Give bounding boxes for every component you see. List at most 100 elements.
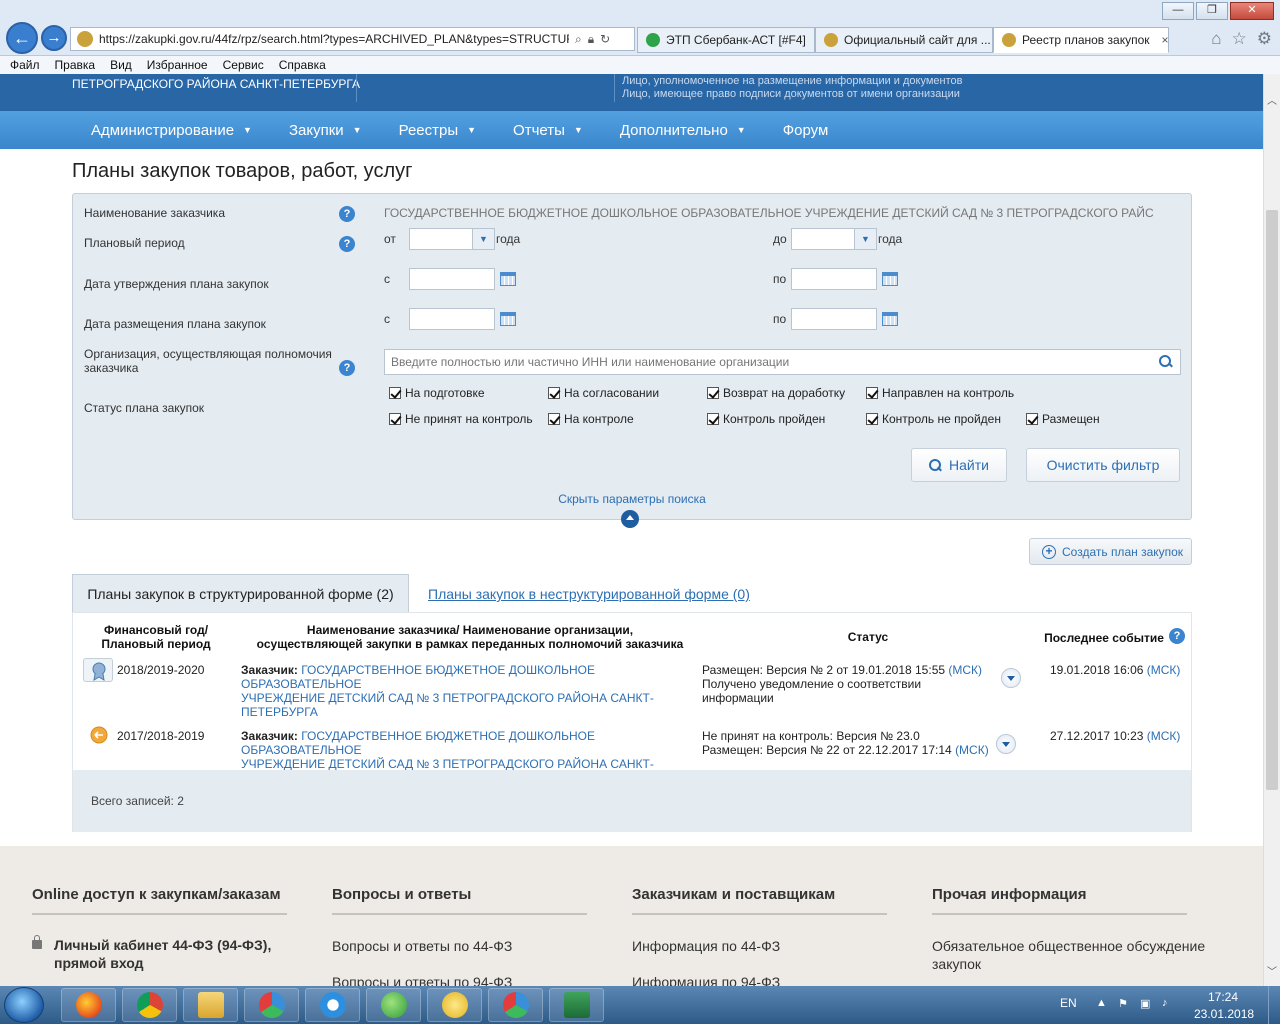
taskbar-excel[interactable]	[549, 988, 604, 1022]
status-checkbox-approval[interactable]: На согласовании	[548, 386, 659, 400]
checkbox-checked[interactable]	[866, 413, 878, 425]
nav-additional[interactable]: Дополнительно ▼	[620, 122, 746, 139]
restore-button[interactable]: ❐	[1196, 2, 1228, 20]
favorites-star-icon[interactable]: ☆	[1232, 29, 1247, 49]
nav-purchases[interactable]: Закупки ▼	[289, 122, 362, 139]
checkbox-checked[interactable]	[707, 413, 719, 425]
help-icon[interactable]: ?	[339, 206, 355, 222]
language-indicator[interactable]: EN	[1060, 996, 1077, 1010]
menu-favorites[interactable]: Избранное	[147, 58, 208, 72]
status-checkbox-returned[interactable]: Возврат на доработку	[707, 386, 845, 400]
checkbox-checked[interactable]	[1026, 413, 1038, 425]
forward-button[interactable]: →	[41, 25, 67, 51]
settings-gear-icon[interactable]: ⚙	[1257, 29, 1272, 49]
footer-link-public-discussion[interactable]: Обязательное общественное обсуждение зак…	[932, 937, 1205, 973]
expand-row-button[interactable]	[1001, 668, 1021, 688]
certified-plan-icon[interactable]	[83, 658, 113, 682]
browser-tab-plans-registry[interactable]: Реестр планов закупок ×	[993, 27, 1169, 53]
status-checkbox-not-accepted[interactable]: Не принят на контроль	[389, 412, 533, 426]
status-checkbox-published[interactable]: Размещен	[1026, 412, 1100, 426]
nav-forum[interactable]: Форум	[783, 122, 829, 139]
show-desktop-button[interactable]	[1268, 986, 1280, 1024]
tab-structured-plans[interactable]: Планы закупок в структурированной форме …	[72, 574, 409, 612]
checkbox-checked[interactable]	[548, 413, 560, 425]
timezone-link[interactable]: (МСК)	[955, 743, 989, 757]
help-icon[interactable]: ?	[339, 236, 355, 252]
volume-icon[interactable]: ♪	[1162, 997, 1176, 1011]
action-center-flag-icon[interactable]: ⚑	[1118, 997, 1132, 1011]
browser-tab-sberbank[interactable]: ЭТП Сбербанк-АСТ [#F4]	[637, 27, 815, 53]
scroll-up-icon[interactable]: ︿	[1267, 92, 1277, 107]
status-checkbox-preparation[interactable]: На подготовке	[389, 386, 485, 400]
clock-time[interactable]: 17:24	[1208, 990, 1238, 1004]
search-icon[interactable]: ⌕	[575, 32, 582, 47]
checkbox-checked[interactable]	[389, 387, 401, 399]
calendar-icon[interactable]	[500, 272, 516, 286]
nav-reports[interactable]: Отчеты ▼	[513, 122, 583, 139]
timezone-link[interactable]: (МСК)	[948, 663, 982, 677]
status-checkbox-sent-to-control[interactable]: Направлен на контроль	[866, 386, 1014, 400]
taskbar-firefox[interactable]	[61, 988, 116, 1022]
url-text[interactable]: https://zakupki.gov.ru/44fz/rpz/search.h…	[99, 32, 569, 46]
vertical-scrollbar[interactable]: ︿ ﹀	[1263, 74, 1280, 986]
dropdown-arrow-icon[interactable]: ▼	[854, 229, 876, 249]
back-button[interactable]: ←	[6, 22, 38, 54]
close-window-button[interactable]: ✕	[1230, 2, 1274, 20]
checkbox-checked[interactable]	[866, 387, 878, 399]
nav-administration[interactable]: Администрирование ▼	[91, 122, 252, 139]
checkbox-checked[interactable]	[707, 387, 719, 399]
taskbar-app-recycle-2[interactable]	[488, 988, 543, 1022]
taskbar-explorer[interactable]	[183, 988, 238, 1022]
calendar-icon[interactable]	[882, 312, 898, 326]
menu-view[interactable]: Вид	[110, 58, 132, 72]
organization-search-input[interactable]	[384, 349, 1181, 375]
collapse-up-icon[interactable]	[621, 510, 639, 528]
clock-date[interactable]: 23.01.2018	[1194, 1007, 1254, 1021]
period-to-year-select[interactable]: ▼	[791, 228, 877, 250]
show-hidden-icons-icon[interactable]: ▲	[1096, 997, 1110, 1011]
taskbar-messenger[interactable]	[366, 988, 421, 1022]
taskbar-app-recycle[interactable]	[244, 988, 299, 1022]
menu-tools[interactable]: Сервис	[223, 58, 264, 72]
footer-link-cabinet[interactable]: Личный кабинет 44-ФЗ (94-ФЗ), прямой вхо…	[54, 936, 271, 972]
home-icon[interactable]: ⌂	[1211, 29, 1221, 49]
approve-date-to-input[interactable]	[791, 268, 877, 290]
publish-date-from-input[interactable]	[409, 308, 495, 330]
publish-date-to-input[interactable]	[791, 308, 877, 330]
clear-filter-button[interactable]: Очистить фильтр	[1026, 448, 1180, 482]
tab-unstructured-plans[interactable]: Планы закупок в неструктурированной форм…	[428, 586, 750, 602]
customer-link[interactable]: УЧРЕЖДЕНИЕ ДЕТСКИЙ САД № 3 ПЕТРОГРАДСКОГ…	[241, 691, 711, 719]
help-icon[interactable]: ?	[1169, 628, 1185, 644]
dropdown-arrow-icon[interactable]: ▼	[472, 229, 494, 249]
menu-help[interactable]: Справка	[279, 58, 326, 72]
nav-registries[interactable]: Реестры ▼	[399, 122, 476, 139]
lock-icon[interactable]: 🔒︎	[588, 32, 594, 47]
taskbar-1c[interactable]	[427, 988, 482, 1022]
hide-search-params-link[interactable]: Скрыть параметры поиска	[73, 492, 1191, 506]
calendar-icon[interactable]	[882, 272, 898, 286]
start-button[interactable]	[4, 987, 44, 1023]
scrollbar-thumb[interactable]	[1266, 210, 1278, 790]
checkbox-checked[interactable]	[389, 413, 401, 425]
expand-row-button[interactable]	[996, 734, 1016, 754]
calendar-icon[interactable]	[500, 312, 516, 326]
menu-edit[interactable]: Правка	[55, 58, 96, 72]
address-bar[interactable]: https://zakupki.gov.ru/44fz/rpz/search.h…	[70, 27, 635, 51]
period-from-year-select[interactable]: ▼	[409, 228, 495, 250]
help-icon[interactable]: ?	[339, 360, 355, 376]
taskbar-chrome[interactable]	[122, 988, 177, 1022]
approve-date-from-input[interactable]	[409, 268, 495, 290]
browser-tab-official-site[interactable]: Официальный сайт для ...	[815, 27, 993, 53]
refresh-icon[interactable]: ↻	[600, 32, 610, 46]
footer-link-info-44[interactable]: Информация по 44-ФЗ	[632, 937, 780, 955]
create-plan-button[interactable]: + Создать план закупок	[1029, 538, 1192, 565]
menu-file[interactable]: Файл	[10, 58, 40, 72]
status-checkbox-on-control[interactable]: На контроле	[548, 412, 634, 426]
timezone-link[interactable]: (МСК)	[1147, 663, 1181, 677]
find-button[interactable]: Найти	[911, 448, 1007, 482]
status-checkbox-control-failed[interactable]: Контроль не пройден	[866, 412, 1001, 426]
close-tab-icon[interactable]: ×	[1162, 33, 1169, 47]
footer-link-faq-44[interactable]: Вопросы и ответы по 44-ФЗ	[332, 937, 512, 955]
checkbox-checked[interactable]	[548, 387, 560, 399]
timezone-link[interactable]: (МСК)	[1147, 729, 1181, 743]
